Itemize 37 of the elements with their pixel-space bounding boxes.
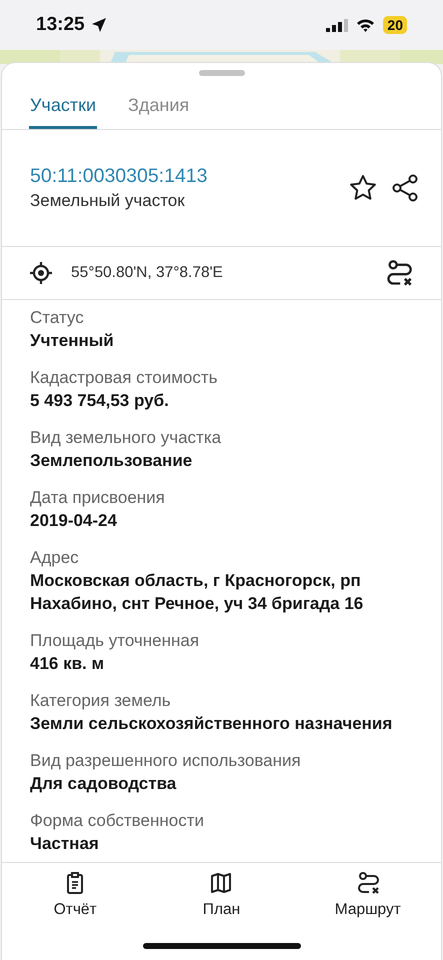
- field-label: Вид разрешенного использования: [30, 750, 302, 772]
- field-value: Земли сельскохозяйственного назначения: [30, 713, 394, 735]
- share-icon[interactable]: [391, 174, 419, 202]
- location-arrow-icon: [90, 17, 107, 33]
- route-icon: [356, 871, 380, 895]
- wifi-icon: [356, 18, 376, 32]
- field-label: Форма собственности: [30, 810, 205, 832]
- coordinates-text: 55°50.80'N, 37°8.78'E: [71, 264, 223, 282]
- star-icon[interactable]: [349, 174, 377, 201]
- field-value: Московская область, г Красногорск, рп Нахабино, снт Речное, уч 34 бригада 16: [30, 570, 364, 615]
- field-value: Для садоводства: [30, 773, 178, 795]
- signal-icon: [326, 18, 348, 32]
- battery-level: 20: [383, 16, 407, 34]
- field-label: Категория земель: [30, 690, 172, 712]
- crosshair-icon[interactable]: [29, 261, 53, 285]
- field-label: Дата присвоения: [30, 487, 166, 509]
- cadastral-number[interactable]: 50:11:0030305:1413: [30, 164, 208, 188]
- field-value: 416 кв. м: [30, 653, 106, 675]
- field-value: Учтенный: [30, 330, 115, 352]
- field-label: Статус: [30, 307, 85, 329]
- nav-button[interactable]: Отчёт: [2, 863, 148, 933]
- field-label: Адрес: [30, 547, 80, 569]
- nav-button[interactable]: План: [148, 863, 295, 933]
- field-value: 2019-04-24: [30, 510, 118, 532]
- field-label: Кадастровая стоимость: [30, 367, 218, 389]
- map-icon: [209, 871, 234, 895]
- field-value: 5 493 754,53 руб.: [30, 390, 170, 412]
- field-value: Частная: [30, 833, 100, 855]
- field-value: Землепользование: [30, 450, 194, 472]
- parcel-type: Земельный участок: [30, 190, 186, 212]
- field-label: Вид земельного участка: [30, 427, 222, 449]
- tab[interactable]: Участки: [29, 76, 97, 129]
- clock-time: 13:25: [36, 14, 85, 36]
- field-label: Площадь уточненная: [30, 630, 200, 652]
- route-icon[interactable]: [385, 259, 413, 287]
- drag-handle[interactable]: [198, 70, 244, 76]
- nav-button[interactable]: Маршрут: [294, 863, 441, 933]
